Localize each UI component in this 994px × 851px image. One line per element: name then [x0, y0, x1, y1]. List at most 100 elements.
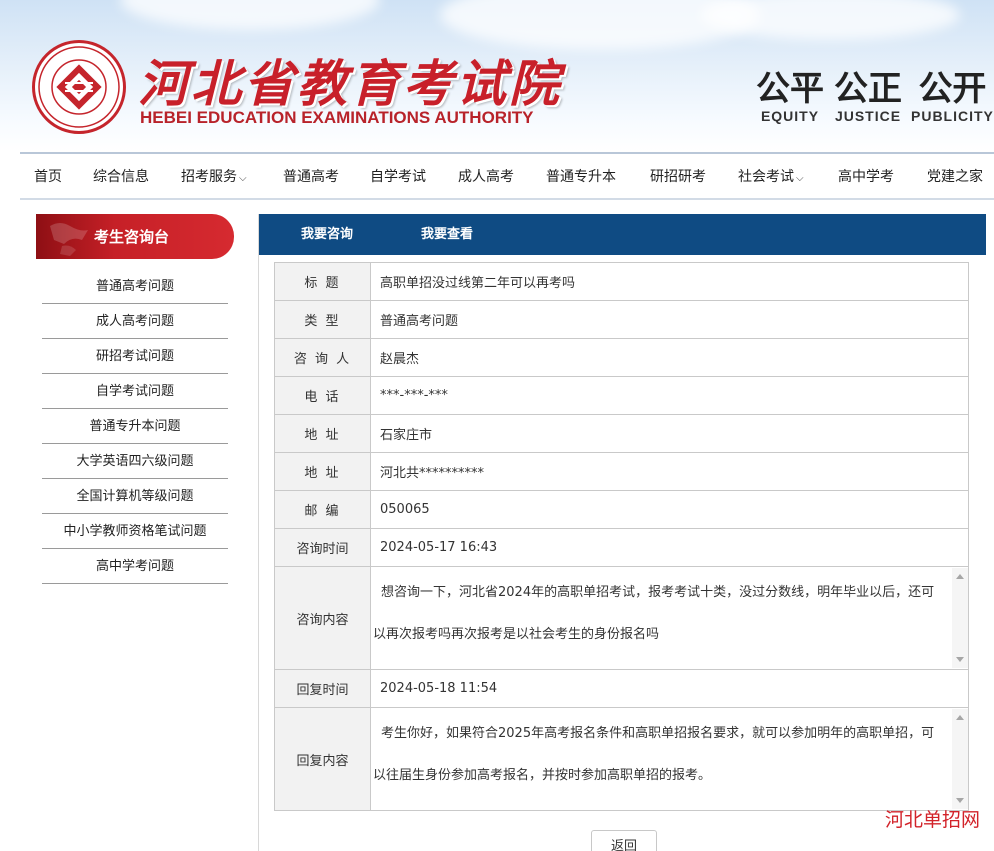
nav-item-label: 研招研考	[650, 169, 706, 185]
nav-item-exam-services[interactable]: 招考服务 ⌵	[181, 166, 247, 186]
field-label-ask-content: 咨询内容	[274, 566, 371, 670]
field-label-ask-time: 咨询时间	[274, 528, 371, 567]
motto-en: JUSTICE	[834, 108, 902, 124]
nav-item-label: 党建之家	[927, 169, 983, 185]
consult-panel: 我要咨询 我要查看 标 题 高职单招没过线第二年可以再考吗 类 型 普通高考问题…	[258, 214, 986, 851]
reply-content-text: 考生你好，如果符合2025年高考报名条件和高职单招报名要求，就可以参加明年的高职…	[373, 726, 935, 783]
field-value-postcode: 050065	[370, 490, 969, 529]
sidebar-item-ncre[interactable]: 全国计算机等级问题	[42, 479, 228, 514]
site-watermark: 河北单招网	[885, 809, 981, 831]
back-button[interactable]: 返回	[591, 830, 657, 851]
scroll-down-arrow-icon[interactable]	[956, 657, 964, 662]
scrollbar[interactable]	[952, 568, 968, 668]
nav-item-home[interactable]: 首页	[34, 166, 62, 186]
scroll-down-arrow-icon[interactable]	[956, 798, 964, 803]
ask-content-cell: 想咨询一下，河北省2024年的高职单招考试，报考考试十类，没过分数线，明年毕业以…	[370, 566, 969, 670]
field-value-type: 普通高考问题	[370, 300, 969, 339]
field-value-address: 石家庄市	[370, 414, 969, 453]
table-row: 咨询内容 想咨询一下，河北省2024年的高职单招考试，报考考试十类，没过分数线，…	[274, 566, 969, 670]
motto-justice: 公正 JUSTICE	[834, 70, 902, 124]
nav-item-upgrade[interactable]: 普通专升本	[546, 166, 616, 186]
field-label-address: 地 址	[274, 414, 371, 453]
table-row: 标 题 高职单招没过线第二年可以再考吗	[274, 262, 969, 301]
site-title-en: HEBEI EDUCATION EXAMINATIONS AUTHORITY	[140, 108, 534, 127]
motto-cn: 公正	[834, 69, 902, 109]
table-row: 地 址 河北共**********	[274, 452, 969, 491]
ask-content-textarea[interactable]: 想咨询一下，河北省2024年的高职单招考试，报考考试十类，没过分数线，明年毕业以…	[371, 568, 968, 668]
nav-item-label: 招考服务	[181, 169, 237, 185]
consult-detail-table: 标 题 高职单招没过线第二年可以再考吗 类 型 普通高考问题 咨 询 人 赵晨杰…	[274, 262, 969, 811]
nav-item-label: 成人高考	[458, 169, 514, 185]
chevron-down-icon: ⌵	[239, 173, 247, 184]
sidebar-item-self-study[interactable]: 自学考试问题	[42, 374, 228, 409]
authority-seal-logo[interactable]	[32, 40, 126, 134]
tab-view[interactable]: 我要查看	[421, 214, 473, 255]
sidebar-item-adult[interactable]: 成人高考问题	[42, 304, 228, 339]
sidebar-item-gaokao[interactable]: 普通高考问题	[42, 269, 228, 304]
header-cloud	[700, 0, 960, 40]
sidebar-item-hs-exam[interactable]: 高中学考问题	[42, 549, 228, 584]
sidebar-item-upgrade[interactable]: 普通专升本问题	[42, 409, 228, 444]
field-label-phone: 电 话	[274, 376, 371, 415]
table-row: 咨询时间 2024-05-17 16:43	[274, 528, 969, 567]
field-label-asker: 咨 询 人	[274, 338, 371, 377]
sidebar-title: 考生咨询台	[94, 228, 170, 246]
nav-item-hs-exam[interactable]: 高中学考	[838, 166, 894, 186]
motto-cn: 公平	[756, 69, 824, 109]
field-label-address: 地 址	[274, 452, 371, 491]
scrollbar[interactable]	[952, 709, 968, 809]
motto-en: PUBLICITY	[911, 108, 994, 124]
table-row: 回复内容 考生你好，如果符合2025年高考报名条件和高职单招报名要求，就可以参加…	[274, 707, 969, 811]
consult-tabs: 我要咨询 我要查看	[259, 214, 986, 255]
field-label-reply-time: 回复时间	[274, 669, 371, 708]
motto-en: EQUITY	[760, 108, 820, 124]
motto-cn: 公开	[918, 69, 987, 109]
nav-item-party[interactable]: 党建之家	[927, 166, 983, 186]
field-value-title: 高职单招没过线第二年可以再考吗	[370, 262, 969, 301]
table-row: 电 话 ***-***-***	[274, 376, 969, 415]
sidebar-item-cet[interactable]: 大学英语四六级问题	[42, 444, 228, 479]
motto-equity: 公平 EQUITY	[756, 70, 824, 124]
field-label-type: 类 型	[274, 300, 371, 339]
seal-emblem-icon	[38, 46, 120, 128]
nav-item-label: 自学考试	[370, 169, 426, 185]
reply-content-textarea[interactable]: 考生你好，如果符合2025年高考报名条件和高职单招报名要求，就可以参加明年的高职…	[371, 709, 968, 809]
field-label-title: 标 题	[274, 262, 371, 301]
nav-item-social-exams[interactable]: 社会考试 ⌵	[738, 166, 804, 186]
scroll-up-arrow-icon[interactable]	[956, 574, 964, 579]
table-row: 类 型 普通高考问题	[274, 300, 969, 339]
table-row: 邮 编 050065	[274, 490, 969, 529]
table-row: 咨 询 人 赵晨杰	[274, 338, 969, 377]
nav-item-general-info[interactable]: 综合信息	[93, 166, 149, 186]
reply-content-cell: 考生你好，如果符合2025年高考报名条件和高职单招报名要求，就可以参加明年的高职…	[370, 707, 969, 811]
table-row: 地 址 石家庄市	[274, 414, 969, 453]
sidebar-item-postgrad[interactable]: 研招考试问题	[42, 339, 228, 374]
field-label-postcode: 邮 编	[274, 490, 371, 529]
nav-item-gaokao[interactable]: 普通高考	[283, 166, 339, 186]
nav-item-label: 普通高考	[283, 169, 339, 185]
field-label-reply-content: 回复内容	[274, 707, 371, 811]
nav-item-postgrad[interactable]: 研招研考	[650, 166, 706, 186]
field-value-ask-time: 2024-05-17 16:43	[370, 528, 969, 567]
nav-item-self-study[interactable]: 自学考试	[370, 166, 426, 186]
scroll-up-arrow-icon[interactable]	[956, 715, 964, 720]
nav-item-label: 社会考试	[738, 169, 794, 185]
chevron-down-icon: ⌵	[796, 173, 804, 184]
nav-item-label: 首页	[34, 169, 62, 185]
table-row: 回复时间 2024-05-18 11:54	[274, 669, 969, 708]
site-title-cn: 河北省教育考试院	[138, 55, 562, 113]
main-nav: 首页 综合信息 招考服务 ⌵ 普通高考 自学考试 成人高考 普通专升本 研招研考 …	[20, 154, 994, 200]
field-value-phone: ***-***-***	[370, 376, 969, 415]
sidebar-list: 普通高考问题 成人高考问题 研招考试问题 自学考试问题 普通专升本问题 大学英语…	[42, 269, 228, 584]
field-value-reply-time: 2024-05-18 11:54	[370, 669, 969, 708]
tab-ask[interactable]: 我要咨询	[301, 214, 353, 255]
nav-item-label: 综合信息	[93, 169, 149, 185]
sidebar-item-teacher-cert[interactable]: 中小学教师资格笔试问题	[42, 514, 228, 549]
nav-item-label: 普通专升本	[546, 169, 616, 185]
field-value-address: 河北共**********	[370, 452, 969, 491]
nav-item-adult-exam[interactable]: 成人高考	[458, 166, 514, 186]
field-value-asker: 赵晨杰	[370, 338, 969, 377]
site-header: 河北省教育考试院 HEBEI EDUCATION EXAMINATIONS AU…	[0, 0, 994, 152]
sidebar-header: 考生咨询台	[36, 214, 234, 259]
globe-map-icon	[50, 223, 88, 256]
